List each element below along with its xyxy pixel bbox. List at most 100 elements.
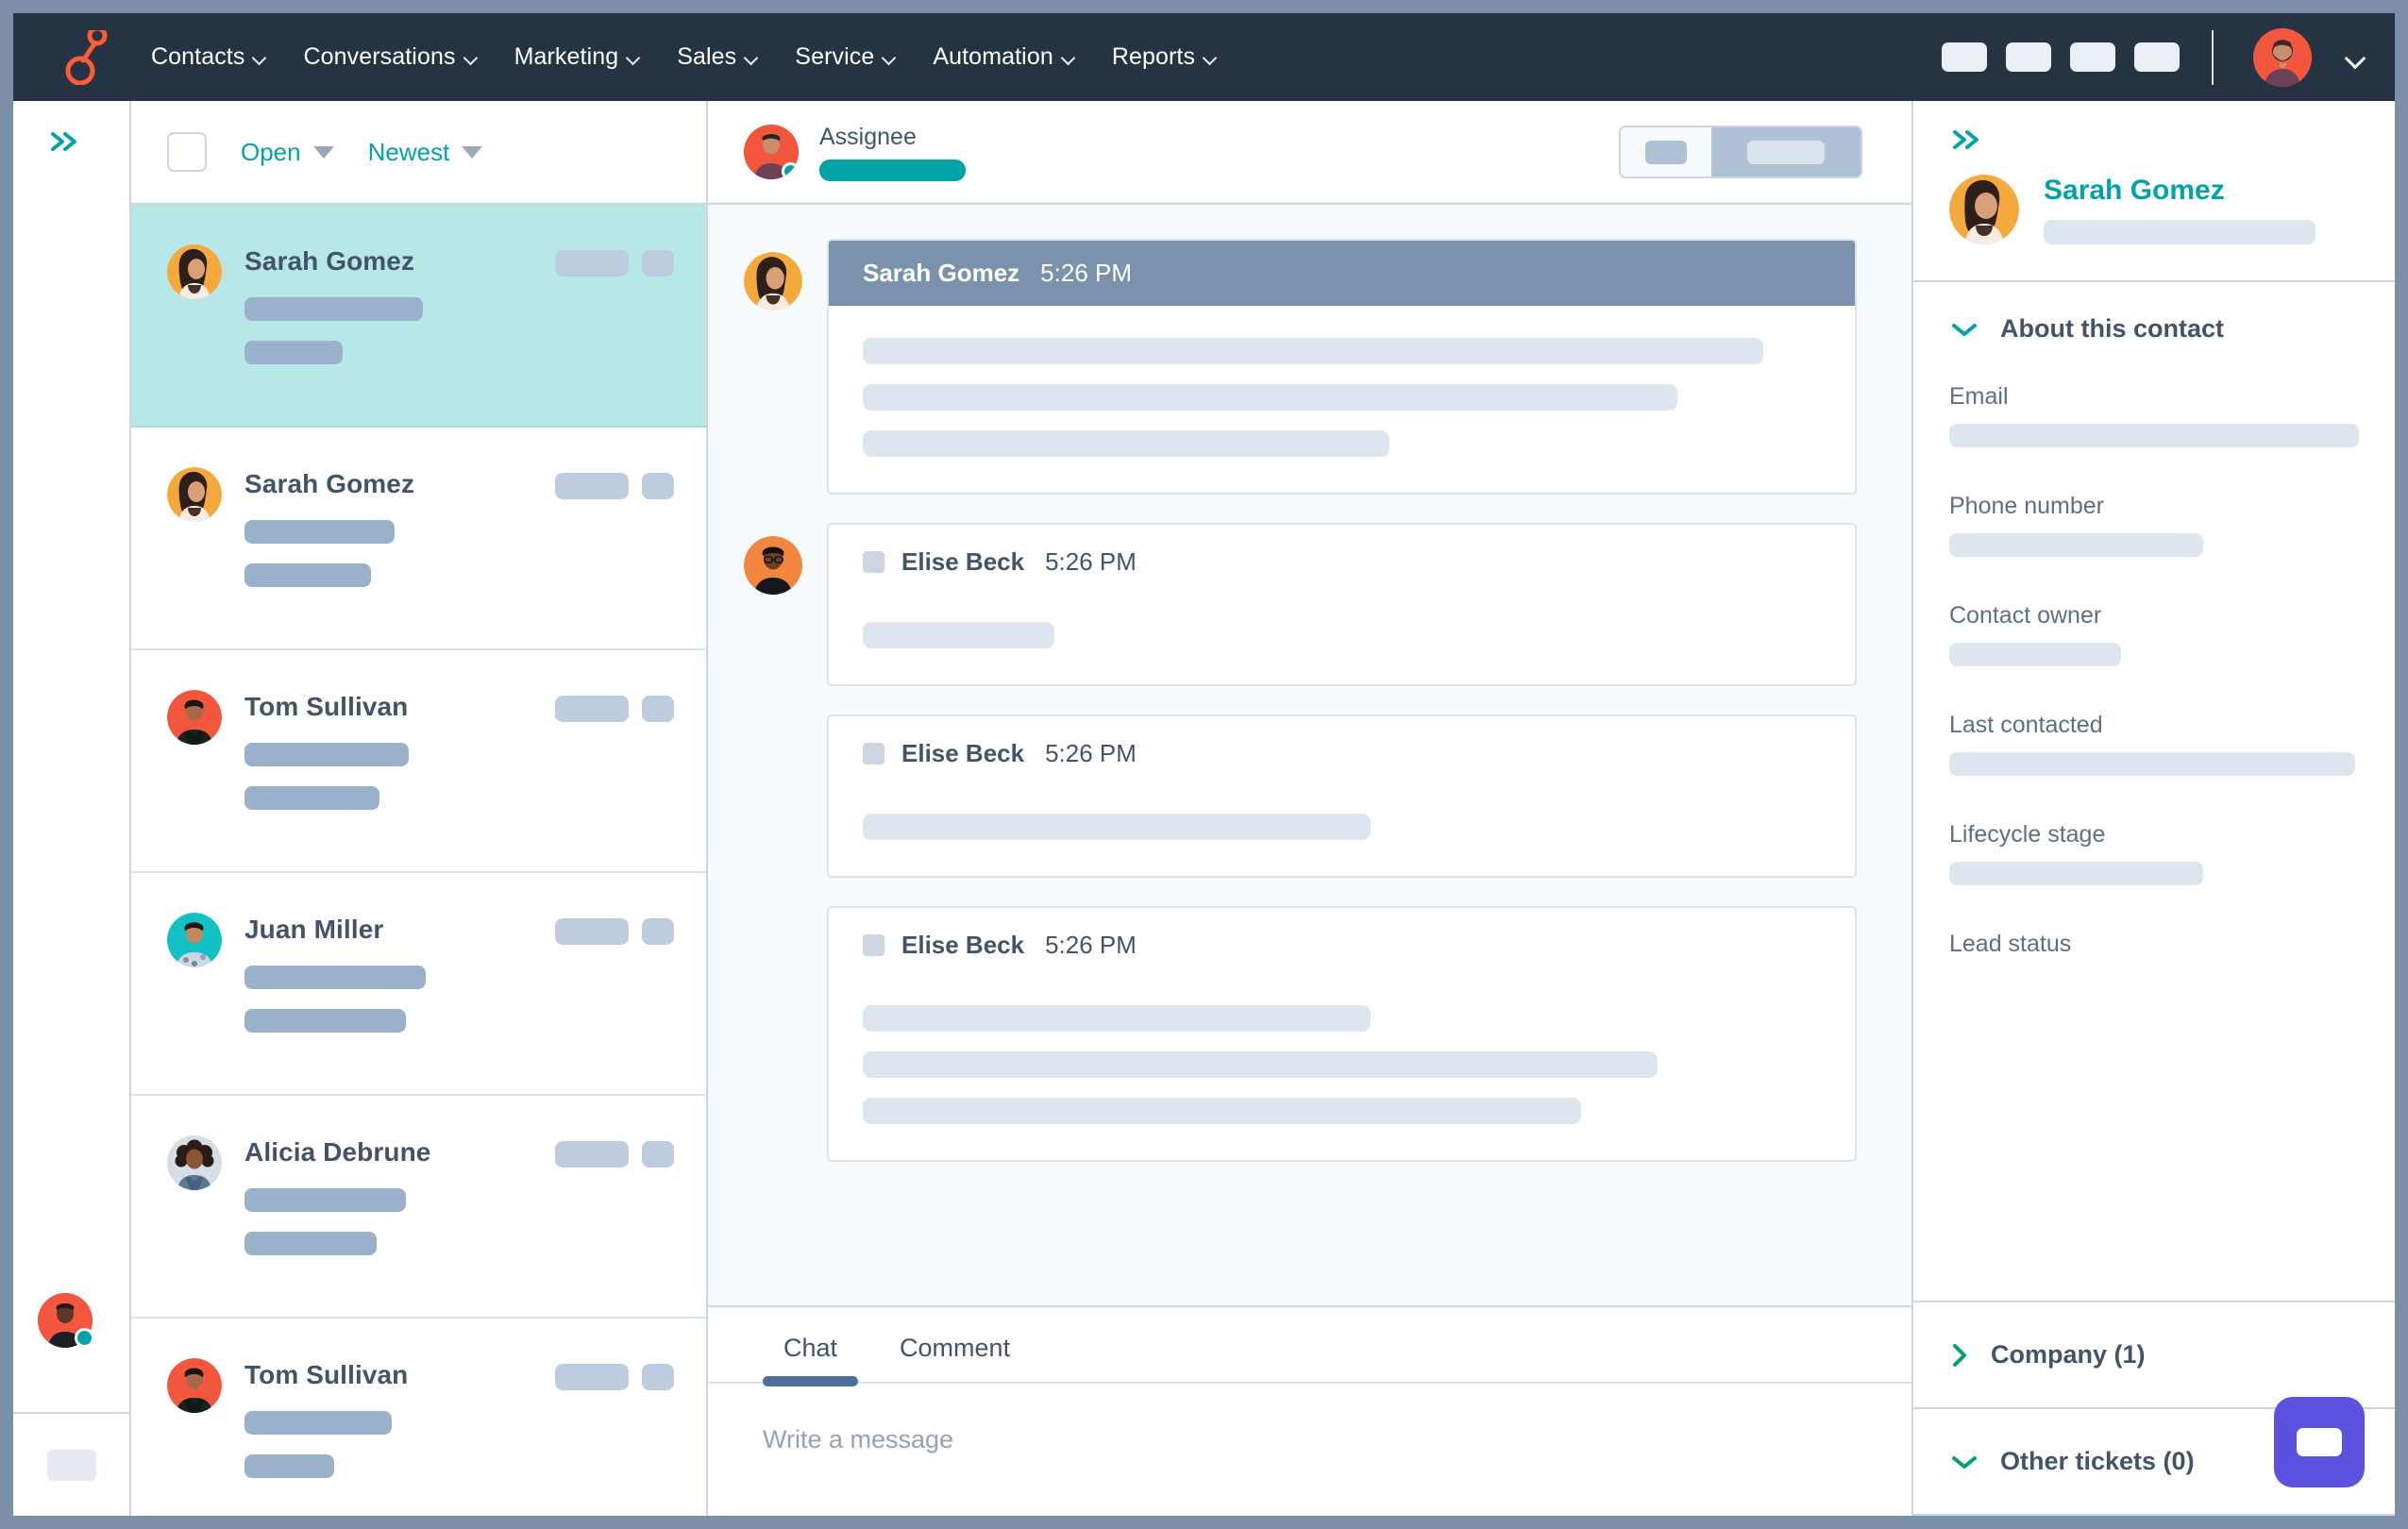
status-filter-dropdown[interactable]: Open [241,138,334,167]
online-status-dot [782,162,799,179]
nav-action-button-3[interactable] [2070,42,2115,72]
nav-item-reports[interactable]: Reports [1112,43,1218,71]
double-chevron-right-icon[interactable] [1949,126,1987,154]
contact-identity: Sarah Gomez [2044,175,2315,244]
chevron-down-icon [1952,323,1977,336]
preview-line-placeholder [244,1232,378,1255]
nav-item-automation[interactable]: Automation [933,43,1075,71]
message-time: 5:26 PM [1045,739,1137,767]
view-toggle-option-right[interactable] [1710,127,1861,176]
message: Elise Beck 5:26 PM [744,523,1857,686]
nav-divider [2212,29,2214,85]
contact-avatar [167,467,222,522]
property-label: Email [1949,383,2009,410]
nav-item-sales[interactable]: Sales [677,43,759,71]
conversation-list-header: Open Newest [131,101,706,205]
preview-line-placeholder [244,563,372,587]
conversation-list-item[interactable]: Tom Sullivan [131,1319,706,1516]
contact-property[interactable]: Contact owner [1949,602,2359,666]
select-all-checkbox[interactable] [167,132,207,172]
message-header: Sarah Gomez 5:26 PM [829,241,1855,306]
contact-property[interactable]: Email [1949,383,2359,447]
company-toggle[interactable]: Company (1) [1949,1340,2146,1369]
nav-label: Service [795,43,875,70]
double-chevron-right-icon[interactable] [47,127,85,156]
message-author: Elise Beck [901,547,1025,576]
sort-filter-dropdown[interactable]: Newest [368,138,483,167]
chat-widget-button[interactable] [2274,1397,2365,1487]
nav-action-button-2[interactable] [2006,42,2051,72]
assignee-value-placeholder[interactable] [819,159,966,181]
tab-chat[interactable]: Chat [763,1334,859,1386]
contact-sidebar-header: Sarah Gomez [1913,101,2395,282]
app-window: Contacts Conversations Marketing Sales S… [0,0,2408,1529]
message-card: Elise Beck 5:26 PM [827,906,1857,1162]
message-thread[interactable]: Sarah Gomez 5:26 PM Elise Beck 5:26 PM Elis… [708,205,1911,1305]
contact-property[interactable]: Lifecycle stage [1949,821,2359,885]
nav-item-service[interactable]: Service [795,43,897,71]
contact-property[interactable]: Phone number [1949,493,2359,557]
conversation-list-item[interactable]: Alicia Debrune [131,1096,706,1319]
contact-summary: Sarah Gomez [1913,175,2395,244]
message-time: 5:26 PM [1045,931,1137,959]
view-toggle-option-left[interactable] [1621,127,1711,176]
conversation-list-item[interactable]: Sarah Gomez [131,205,706,428]
chevron-down-icon [1952,1455,1977,1469]
about-contact-toggle[interactable]: About this contact [1949,314,2359,344]
preview-line-placeholder [244,966,427,989]
preview-line-placeholder [244,1411,392,1435]
contact-sidebar: Sarah Gomez About this contact Email Phon… [1911,101,2395,1516]
view-toggle[interactable] [1619,126,1862,178]
conversation-list-panel: Open Newest Sarah Gomez Sarah Gomez Tom … [131,101,708,1516]
left-rail-top [13,101,129,1412]
rail-user-avatar-wrap[interactable] [38,1293,94,1348]
nav-action-button-1[interactable] [1942,42,1987,72]
property-label: Phone number [1949,493,2105,519]
conversation-contact-name: Juan Miller [244,915,384,944]
user-avatar[interactable] [2253,27,2312,87]
message-body [829,768,1855,876]
rail-footer-placeholder[interactable] [46,1449,96,1481]
property-value-placeholder [1949,752,2355,776]
channel-icon [863,743,884,764]
message-body [829,960,1855,1160]
contact-avatar[interactable] [1949,175,2019,244]
nav-item-contacts[interactable]: Contacts [151,43,267,71]
nav-item-conversations[interactable]: Conversations [303,43,478,71]
channel-icon [863,551,884,573]
conversation-list-item[interactable]: Sarah Gomez [131,428,706,650]
contact-property[interactable]: Last contacted [1949,712,2359,776]
chevron-down-icon [1204,53,1218,61]
message-body [829,577,1855,684]
company-section[interactable]: Company (1) [1913,1302,2395,1409]
conversation-list[interactable]: Sarah Gomez Sarah Gomez Tom Sullivan Jua… [131,205,706,1516]
badge-placeholder [642,1141,674,1168]
property-label: Lifecycle stage [1949,821,2106,848]
left-rail [13,101,131,1516]
conversation-preview: Tom Sullivan [244,690,532,871]
conversation-contact-name: Tom Sullivan [244,692,409,721]
nav-item-marketing[interactable]: Marketing [514,43,642,71]
contact-property[interactable]: Lead status [1949,931,2359,958]
top-navigation-bar: Contacts Conversations Marketing Sales S… [13,13,2395,101]
preview-line-placeholder [244,1454,334,1478]
contact-avatar [167,913,222,967]
conversation-list-item[interactable]: Tom Sullivan [131,650,706,873]
conversation-list-item[interactable]: Juan Miller [131,873,706,1096]
assignee-avatar[interactable] [744,125,799,179]
company-label: Company (1) [1991,1340,2146,1369]
hubspot-logo[interactable] [60,29,115,85]
chevron-right-icon [1953,1343,1966,1367]
message-input[interactable]: Write a message [708,1384,1911,1516]
chevron-down-icon [1062,53,1076,61]
property-label: Lead status [1949,931,2072,957]
nav-action-button-4[interactable] [2134,42,2180,72]
chevron-down-icon[interactable] [2346,51,2366,63]
tab-comment[interactable]: Comment [879,1334,1031,1382]
other-tickets-toggle[interactable]: Other tickets (0) [1949,1447,2195,1476]
conversation-meta [555,690,674,871]
assignee-label: Assignee [819,123,917,150]
property-value-placeholder [1949,424,2359,447]
contact-avatar [167,1135,222,1190]
assignee-block: Assignee [819,124,966,181]
